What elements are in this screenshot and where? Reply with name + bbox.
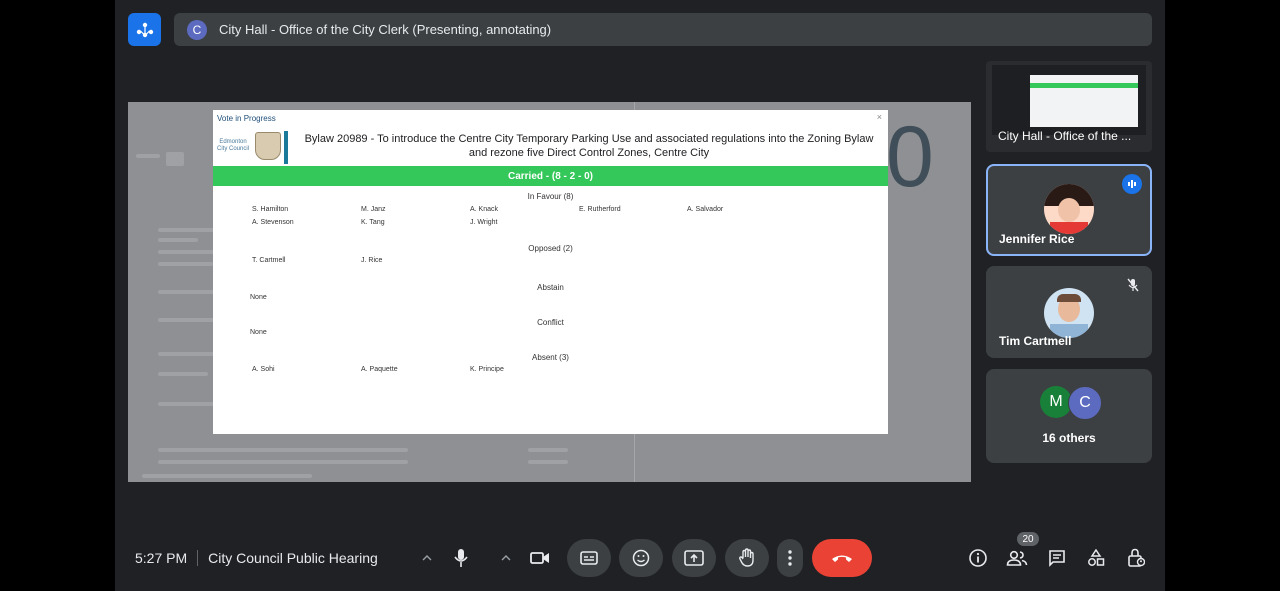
voter-name: M. Janz <box>361 206 386 213</box>
captions-button[interactable] <box>567 539 611 577</box>
jennifer-rice-avatar <box>1044 184 1094 234</box>
meet-app-icon[interactable] <box>128 13 161 46</box>
hang-up-icon <box>832 555 852 562</box>
presentation-title-bar[interactable]: C City Hall - Office of the City Clerk (… <box>174 13 1152 46</box>
people-network-icon <box>136 22 153 37</box>
voter-name: J. Rice <box>361 257 383 264</box>
presenter-tile-label: City Hall - Office of the ... <box>998 129 1132 143</box>
voter-name: None <box>250 294 267 301</box>
meeting-details-button[interactable] <box>966 546 990 570</box>
camera-button[interactable] <box>520 539 560 577</box>
voter-name: K. Principe <box>470 366 504 373</box>
mic-icon <box>454 549 468 567</box>
voter-name: A. Paquette <box>361 366 398 373</box>
host-controls-button[interactable] <box>1124 546 1148 570</box>
voter-name: A. Stevenson <box>252 219 294 226</box>
others-tile[interactable]: M C 16 others <box>986 369 1152 463</box>
opposed-heading: Opposed (2) <box>528 244 573 253</box>
conflict-heading: Conflict <box>537 318 564 327</box>
background-number: 0 <box>886 109 934 205</box>
presentation-title: City Hall - Office of the City Clerk (Pr… <box>219 22 552 37</box>
shapes-icon <box>1088 549 1105 566</box>
meet-window: C City Hall - Office of the City Clerk (… <box>115 0 1165 591</box>
more-options-button[interactable] <box>777 539 803 577</box>
accent-bar <box>284 131 288 164</box>
raise-hand-button[interactable] <box>725 539 769 577</box>
audio-options-chevron-up-icon[interactable] <box>409 539 445 577</box>
present-button[interactable] <box>672 539 716 577</box>
others-count: 16 others <box>1042 431 1096 445</box>
captions-icon <box>580 551 598 565</box>
avatar-letter: C <box>1068 386 1102 420</box>
voter-name: None <box>250 329 267 336</box>
meeting-info: 5:27 PM City Council Public Hearing <box>135 550 378 566</box>
mic-off-icon <box>1126 278 1140 297</box>
voter-name: T. Cartmell <box>252 257 286 264</box>
voter-name: A. Salvador <box>687 206 724 213</box>
vote-dialog: Vote in Progress × Edmonton City Council… <box>213 110 888 434</box>
dialog-title: Vote in Progress <box>217 114 276 123</box>
people-button[interactable] <box>1005 546 1029 570</box>
info-icon <box>969 549 987 567</box>
participant-tile-tim-cartmell[interactable]: Tim Cartmell <box>986 266 1152 358</box>
lock-person-icon <box>1128 548 1145 567</box>
hand-icon <box>739 548 754 567</box>
close-icon[interactable]: × <box>877 112 882 122</box>
meeting-name: City Council Public Hearing <box>208 550 378 566</box>
city-council-logo: Edmonton City Council <box>215 131 283 161</box>
present-screen-icon <box>684 550 704 566</box>
voter-name: A. Sohi <box>252 366 275 373</box>
participant-count-badge: 20 <box>1017 532 1039 546</box>
video-options-chevron-up-icon[interactable] <box>488 539 524 577</box>
people-icon <box>1006 550 1028 566</box>
speaking-icon <box>1122 174 1142 194</box>
mic-button[interactable] <box>441 539 481 577</box>
logo-text: Edmonton City Council <box>216 139 249 152</box>
presenter-thumbnail[interactable]: City Hall - Office of the ... <box>986 61 1152 152</box>
abstain-heading: Abstain <box>537 283 564 292</box>
tim-cartmell-avatar <box>1044 288 1094 338</box>
participant-name: Tim Cartmell <box>999 334 1072 348</box>
more-vert-icon <box>788 550 792 566</box>
participant-name: Jennifer Rice <box>999 232 1075 246</box>
voter-name: A. Knack <box>470 206 499 213</box>
in-favour-heading: In Favour (8) <box>527 192 574 201</box>
voter-name: J. Wright <box>470 219 498 226</box>
activities-button[interactable] <box>1084 546 1108 570</box>
emoji-icon <box>632 549 650 567</box>
presenter-avatar: C <box>187 19 207 40</box>
end-call-button[interactable] <box>812 539 872 577</box>
vote-result-banner: Carried - (8 - 2 - 0) <box>213 166 888 186</box>
voter-name: K. Tang <box>361 219 385 226</box>
chat-icon <box>1049 550 1065 567</box>
participant-tile-jennifer-rice[interactable]: Jennifer Rice <box>986 164 1152 256</box>
video-camera-icon <box>530 552 549 564</box>
shared-screen: 0 Vote in Progress × Edmonton City Counc… <box>128 102 971 482</box>
voter-name: S. Hamilton <box>252 206 289 213</box>
reactions-button[interactable] <box>619 539 663 577</box>
chat-button[interactable] <box>1045 546 1069 570</box>
voter-name: E. Rutherford <box>579 206 621 213</box>
clock-time: 5:27 PM <box>135 550 188 566</box>
absent-heading: Absent (3) <box>532 353 569 362</box>
crest-icon <box>255 132 281 160</box>
bylaw-description: Bylaw 20989 - To introduce the Centre Ci… <box>304 133 874 159</box>
